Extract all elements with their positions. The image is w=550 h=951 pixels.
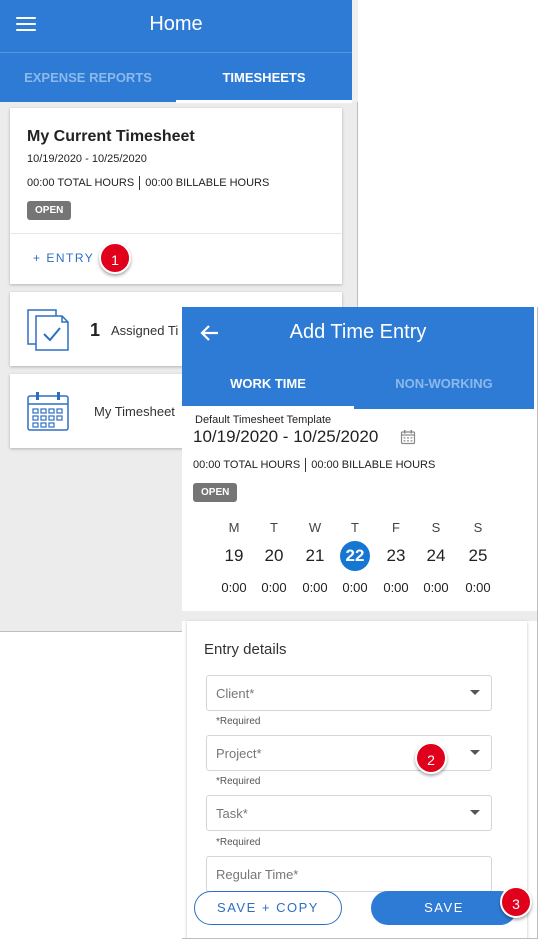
day-hours: 0:00 [221,580,247,595]
home-title: Home [149,13,203,35]
add-time-entry-screen: Add Time Entry WORK TIME NON-WORKING Def… [182,307,538,939]
callout-step-1: 1 [99,242,131,274]
project-placeholder: Project* [216,746,262,761]
day-letter: T [270,520,278,535]
day-number[interactable]: 20 [254,540,294,572]
section-separator [182,611,537,621]
callout-step-2: 2 [415,742,447,774]
approval-documents-icon [27,309,69,351]
tab-non-working[interactable]: NON-WORKING [354,359,534,409]
day-number[interactable]: 19 [214,540,254,572]
card-divider [10,233,342,234]
template-date-range: 10/19/2020 - 10/25/2020 [193,427,379,446]
day-hours: 0:00 [261,580,287,595]
day-number[interactable]: 23 [376,540,416,572]
dropdown-caret-icon [470,690,480,695]
total-hours: 00:00 TOTAL HOURS [27,176,135,189]
day-number[interactable]: 24 [416,540,456,572]
day-hours: 0:00 [383,580,409,595]
status-badge: OPEN [27,201,72,220]
current-timesheet-title: My Current Timesheet [27,128,195,145]
status-badge: OPEN [193,483,238,502]
day-letter: M [228,520,240,535]
current-timesheet-card[interactable]: My Current Timesheet 10/19/2020 - 10/25/… [10,108,342,284]
date-picker-icon[interactable] [400,429,416,445]
assigned-label: Assigned Ti [111,323,179,338]
day-letter: W [308,520,322,535]
day-number[interactable]: 25 [458,540,498,572]
save-copy-button[interactable]: SAVE + COPY [194,891,342,925]
day-letter: S [431,520,441,535]
billable-hours: 00:00 BILLABLE HOURS [311,458,436,471]
current-timesheet-hours: 00:00 TOTAL HOURS 00:00 BILLABLE HOURS [27,176,269,190]
current-timesheet-dates: 10/19/2020 - 10/25/2020 [27,153,147,165]
day-number[interactable]: 21 [295,540,335,572]
tab-timesheets[interactable]: TIMESHEETS [176,53,352,103]
entry-details-title: Entry details [204,641,287,658]
total-hours: 00:00 TOTAL HOURS [193,458,301,471]
hours-divider [139,176,141,190]
day-letter: T [351,520,359,535]
day-letter: S [473,520,483,535]
entry-type-tabs: WORK TIME NON-WORKING [182,359,534,409]
add-entry-app-bar: Add Time Entry [182,307,534,359]
client-required-hint: *Required [216,716,261,727]
client-select[interactable]: Client* [206,675,492,711]
client-placeholder: Client* [216,686,255,701]
home-app-bar: Home [0,0,352,52]
day-hours: 0:00 [302,580,328,595]
my-timesheets-label: My Timesheet [94,404,175,419]
task-placeholder: Task* [216,806,248,821]
regular-time-placeholder: Regular Time* [216,867,299,882]
billable-hours: 00:00 BILLABLE HOURS [145,176,270,189]
calendar-icon [27,392,69,431]
selected-day-number[interactable]: 22 [340,541,370,571]
home-tabs: EXPENSE REPORTS TIMESHEETS [0,52,352,103]
day-hours: 0:00 [342,580,368,595]
hours-divider [305,458,307,472]
project-required-hint: *Required [216,776,261,787]
tab-expense-reports[interactable]: EXPENSE REPORTS [0,53,176,103]
assigned-count: 1 [90,320,101,340]
task-select[interactable]: Task* [206,795,492,831]
screen-edge [352,0,358,102]
day-hours: 0:00 [465,580,491,595]
project-select[interactable]: Project* [206,735,492,771]
dropdown-caret-icon [470,750,480,755]
entry-hours-summary: 00:00 TOTAL HOURS 00:00 BILLABLE HOURS [193,458,435,472]
add-entry-button[interactable]: + ENTRY [33,251,94,265]
save-button[interactable]: SAVE [371,891,517,925]
day-letter: F [392,520,400,535]
task-required-hint: *Required [216,837,261,848]
template-label: Default Timesheet Template [195,414,332,426]
dropdown-caret-icon [470,810,480,815]
add-entry-title: Add Time Entry [289,321,427,343]
tab-work-time[interactable]: WORK TIME [182,359,354,409]
callout-step-3: 3 [500,886,532,918]
day-hours: 0:00 [423,580,449,595]
regular-time-input[interactable]: Regular Time* [206,856,492,892]
